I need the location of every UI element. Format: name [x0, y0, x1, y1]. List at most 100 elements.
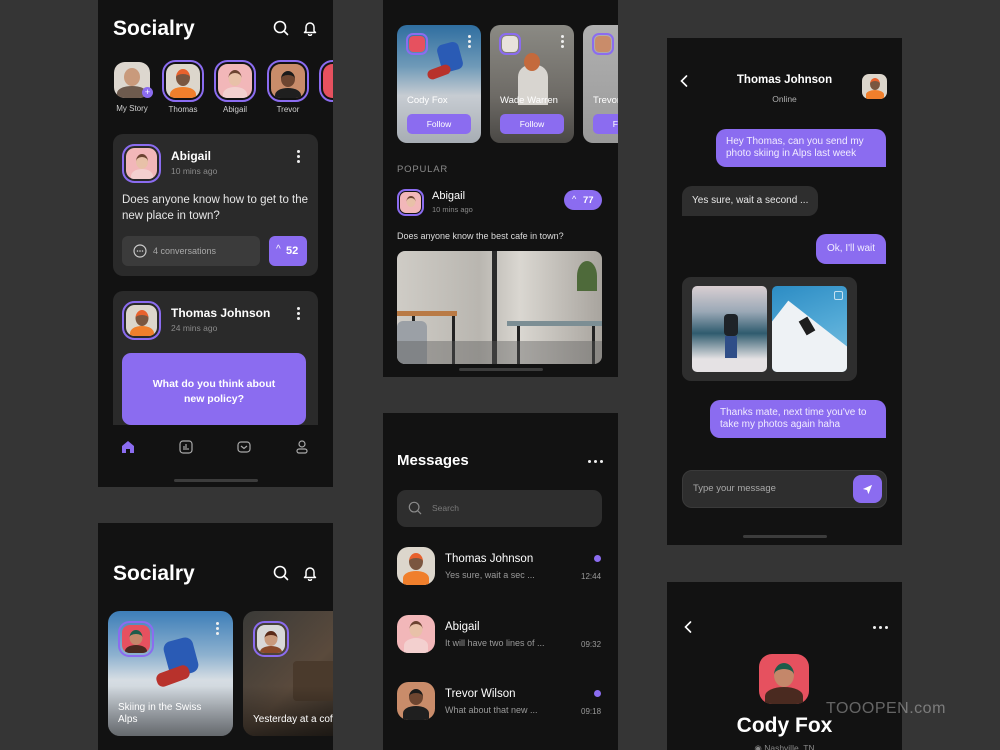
upvote-count: 77 — [583, 195, 594, 206]
profile-location: ◉ Nashville, TN — [667, 743, 902, 750]
thread-name: Abigail — [445, 621, 480, 633]
author-name[interactable]: Abigail — [432, 190, 465, 202]
suggested-user-card[interactable]: Wade Warren Follow — [490, 25, 574, 143]
more-options-icon[interactable] — [873, 626, 888, 629]
chat-screen: Thomas Johnson Online Hey Thomas, can yo… — [667, 38, 902, 545]
thread-time: 12:44 — [581, 572, 602, 581]
more-options-icon[interactable] — [216, 622, 220, 637]
story-caption: Skiing in the Swiss Alps — [118, 702, 202, 725]
upvote-button[interactable]: ^ 77 — [564, 190, 602, 210]
message-input-placeholder: Type your message — [693, 483, 776, 494]
post-text: Does anyone know how to get to the new p… — [122, 194, 309, 222]
home-icon[interactable] — [118, 437, 138, 457]
suggested-name: Cody Fox — [407, 95, 448, 106]
avatar — [592, 33, 614, 55]
author-name[interactable]: Thomas Johnson — [171, 306, 270, 320]
suggested-name: Wade Warren — [500, 95, 558, 106]
send-icon — [862, 484, 873, 494]
author-avatar[interactable] — [122, 144, 161, 183]
follow-button[interactable]: Follow — [500, 114, 564, 134]
post-card[interactable]: Abigail 10 mins ago Does anyone know how… — [113, 134, 318, 276]
app-title: Socialry — [113, 17, 195, 40]
post-image[interactable] — [397, 251, 602, 364]
watermark: TOOOPEN.com — [826, 700, 946, 717]
unread-dot — [594, 690, 601, 697]
author-avatar[interactable] — [122, 301, 161, 340]
home-stories-screen: Socialry Skiing in the Swiss Alps Yester… — [98, 523, 333, 750]
profile-avatar — [759, 654, 809, 704]
question-box[interactable]: What do you think about new policy? — [122, 353, 306, 425]
story-card[interactable]: Skiing in the Swiss Alps — [108, 611, 233, 736]
expand-icon[interactable] — [834, 291, 843, 300]
bell-icon[interactable] — [301, 564, 319, 582]
avatar — [319, 60, 333, 102]
mail-icon[interactable] — [234, 437, 254, 457]
question-text: What do you think about new policy? — [152, 378, 276, 405]
stats-icon[interactable] — [176, 437, 196, 457]
send-button[interactable] — [853, 475, 882, 503]
chat-bubble-sent: Ok, I'll wait — [816, 234, 887, 264]
back-icon[interactable] — [681, 619, 695, 635]
more-options-icon[interactable] — [588, 460, 603, 463]
message-thread[interactable]: Trevor Wilson What about that new ... 09… — [397, 682, 602, 722]
message-thread[interactable]: Abigail It will have two lines of ... 09… — [397, 615, 602, 655]
search-icon[interactable] — [272, 19, 290, 37]
story-caption: Yesterday at a coffee shop — [253, 714, 333, 725]
avatar — [214, 60, 256, 102]
thread-time: 09:32 — [581, 640, 602, 649]
search-icon — [408, 501, 422, 515]
add-story-icon[interactable]: + — [142, 87, 153, 98]
search-placeholder: Search — [432, 503, 459, 513]
avatar — [397, 682, 435, 720]
story-label: Trevor — [276, 105, 300, 114]
home-indicator — [742, 535, 827, 538]
chat-photo[interactable] — [772, 286, 847, 372]
chat-bubble-icon — [133, 244, 147, 258]
suggested-user-card[interactable]: Trevor Follow — [583, 25, 618, 143]
author-avatar[interactable] — [253, 621, 289, 657]
more-options-icon[interactable] — [468, 35, 472, 50]
search-input[interactable]: Search — [397, 490, 602, 527]
thread-preview: It will have two lines of ... — [445, 638, 545, 648]
page-title: Messages — [397, 452, 469, 469]
thread-preview: What about that new ... — [445, 705, 538, 715]
thread-name: Thomas Johnson — [445, 553, 534, 565]
post-time: 24 mins ago — [171, 323, 218, 333]
follow-button[interactable]: Follow — [593, 114, 618, 134]
chat-bubble-sent: Thanks mate, next time you've to take my… — [710, 400, 886, 438]
message-input[interactable]: Type your message — [682, 470, 887, 508]
thread-name: Trevor Wilson — [445, 688, 516, 700]
author-avatar[interactable] — [118, 621, 154, 657]
chat-photo-message — [682, 277, 857, 381]
conversations-count: 4 conversations — [153, 246, 217, 256]
story-label: Abigail — [222, 105, 247, 114]
avatar — [162, 60, 204, 102]
section-label: POPULAR — [397, 164, 449, 175]
story-card[interactable]: Yesterday at a coffee shop — [243, 611, 333, 736]
author-avatar[interactable] — [397, 189, 424, 216]
follow-button[interactable]: Follow — [407, 114, 471, 134]
contact-avatar[interactable] — [862, 74, 887, 99]
discover-screen: Cody Fox Follow Wade Warren Follow Trevo… — [383, 0, 618, 377]
upvote-button[interactable]: ^ 52 — [269, 236, 307, 266]
more-options-icon[interactable] — [561, 35, 565, 50]
upvote-count: 52 — [286, 245, 299, 257]
chat-bubble-sent: Hey Thomas, can you send my photo skiing… — [716, 129, 886, 167]
author-name[interactable]: Abigail — [171, 149, 211, 163]
bell-icon[interactable] — [301, 19, 319, 37]
more-options-icon[interactable] — [297, 307, 301, 322]
more-options-icon[interactable] — [297, 150, 301, 165]
messages-screen: Messages Search Thomas Johnson Yes sure,… — [383, 413, 618, 750]
location-text: Nashville, TN — [764, 743, 815, 750]
home-indicator — [173, 479, 258, 482]
post-time: 10 mins ago — [432, 205, 473, 214]
message-thread[interactable]: Thomas Johnson Yes sure, wait a sec ... … — [397, 547, 602, 587]
suggested-user-card[interactable]: Cody Fox Follow — [397, 25, 481, 143]
profile-icon[interactable] — [292, 437, 312, 457]
search-icon[interactable] — [272, 564, 290, 582]
conversations-button[interactable]: 4 conversations — [122, 236, 260, 266]
chat-photo[interactable] — [692, 286, 767, 372]
location-pin-icon: ◉ — [754, 743, 762, 750]
app-title: Socialry — [113, 562, 195, 585]
profile-screen: Cody Fox ◉ Nashville, TN — [667, 582, 902, 750]
